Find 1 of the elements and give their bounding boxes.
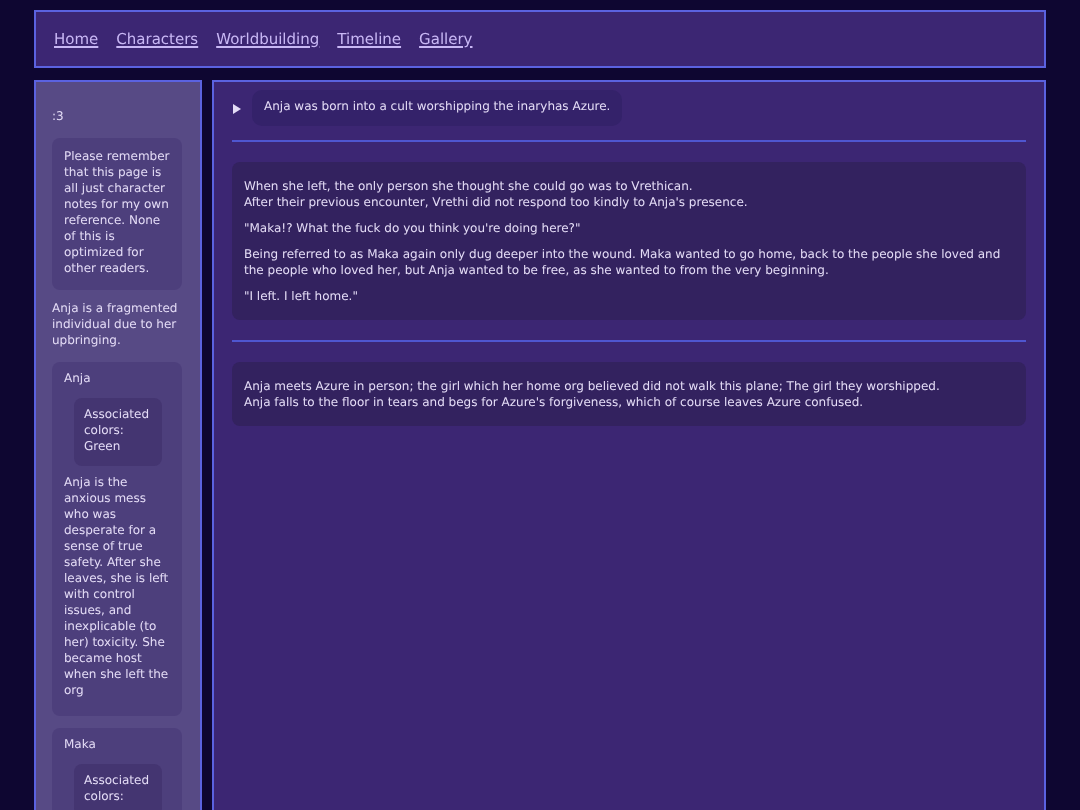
disclosure-triangle-icon[interactable] (232, 103, 242, 113)
